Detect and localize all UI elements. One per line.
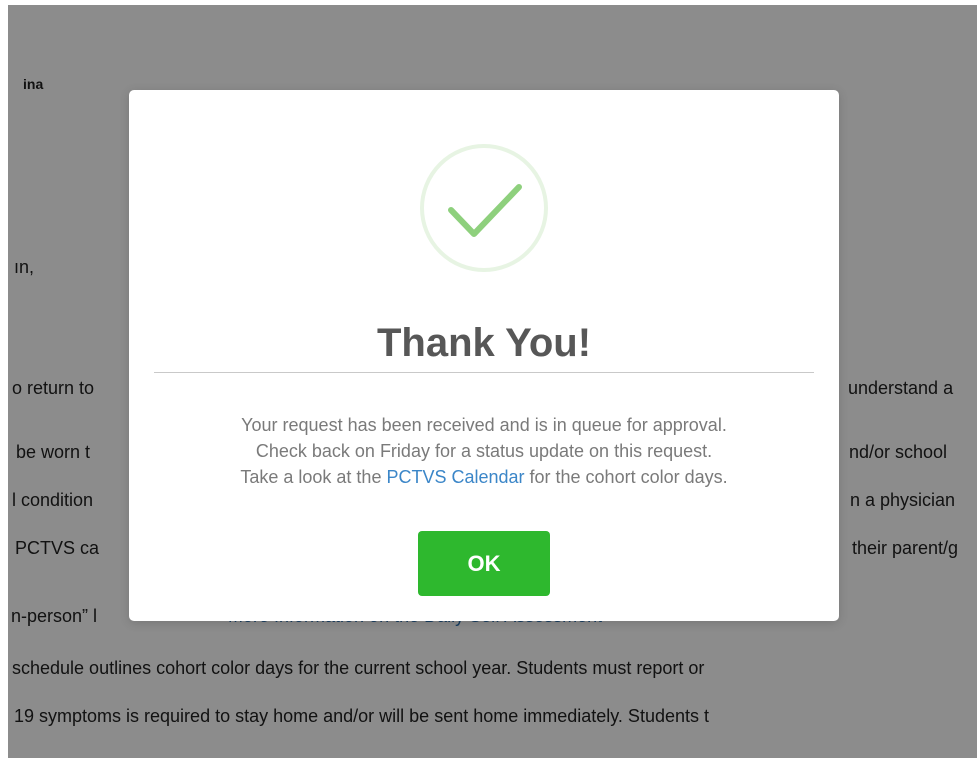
page: ina ın, o return to understand a be worn… (0, 0, 977, 758)
modal-message-line: Check back on Friday for a status update… (255, 441, 713, 461)
modal-divider (154, 372, 814, 373)
modal-message-line: Your request has been received and is in… (241, 415, 727, 435)
check-circle-icon (420, 144, 548, 272)
pctvs-calendar-link[interactable]: PCTVS Calendar (386, 467, 524, 487)
ok-button[interactable]: OK (418, 531, 550, 596)
modal-message-line: Take a look at the PCTVS Calendar for th… (129, 464, 839, 490)
modal-title: Thank You! (376, 321, 592, 365)
modal-message: Your request has been received and is in… (129, 412, 839, 490)
modal-message-text: Take a look at the (240, 467, 387, 487)
thank-you-modal: Thank You! Your request has been receive… (129, 90, 839, 621)
modal-message-text: for the cohort color days. (524, 467, 728, 487)
